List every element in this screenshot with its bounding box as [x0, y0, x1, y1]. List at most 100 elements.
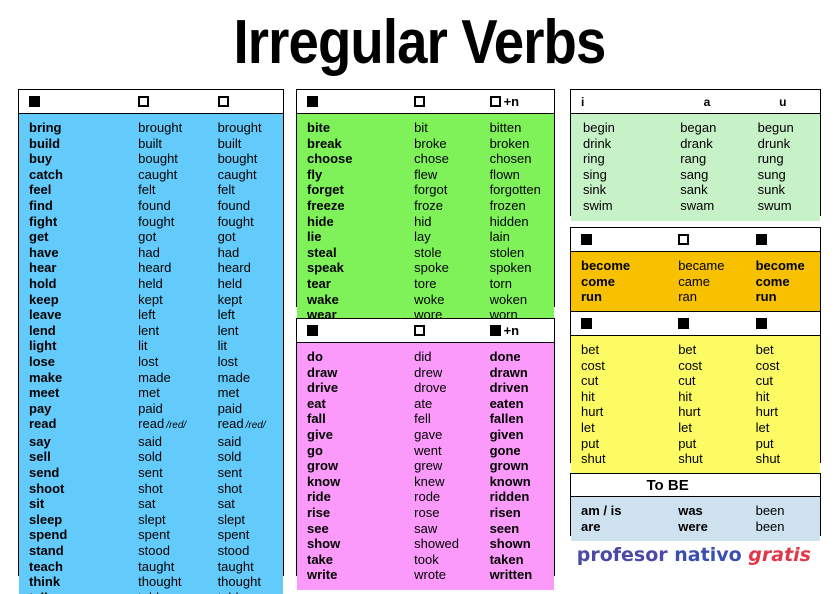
table-row: fly flew flown — [297, 167, 554, 183]
table-blue-header — [19, 90, 283, 114]
table-cell: broken — [489, 135, 530, 151]
table-cell: fallen — [489, 411, 524, 427]
table-cell: showed — [414, 536, 459, 552]
table-cell: fought — [138, 213, 175, 229]
table-cell: lost — [217, 353, 238, 369]
header-cell-3: +n — [480, 94, 554, 109]
table-cell: slept — [138, 511, 166, 527]
table-cell: fly — [307, 166, 323, 182]
table-row: put put put — [571, 436, 820, 452]
table-cell: find — [29, 197, 53, 213]
table-cell: lit — [217, 338, 227, 354]
table-cell: stood — [217, 543, 250, 559]
table-cell: steal — [307, 244, 337, 260]
table-cell: lain — [489, 229, 510, 245]
table-row: write wrote written — [297, 567, 554, 583]
table-row: lie lay lain — [297, 229, 554, 245]
filled-square-icon — [755, 318, 767, 329]
table-cell: got — [138, 229, 157, 245]
table-cell: fought — [217, 213, 254, 229]
table-cell: eaten — [489, 395, 524, 411]
table-cell: forget — [307, 182, 344, 198]
table-cell: see — [307, 520, 329, 536]
table-blue-all-same: bring brought brought build built built buy bou… — [18, 89, 284, 594]
table-cell: tore — [414, 275, 437, 291]
table-cell: brought — [138, 120, 183, 135]
table-iau-header: i a u — [571, 90, 820, 114]
table-row: freeze froze frozen — [297, 198, 554, 214]
table-row: read read/red/read/red/ — [19, 416, 283, 434]
pronunciation-hint: /red/ — [245, 420, 266, 432]
table-row: meet met met — [19, 385, 283, 401]
table-orange-header — [571, 228, 820, 252]
table-cell: lent — [217, 322, 239, 338]
header-cell-2 — [404, 96, 479, 107]
table-cell: woken — [489, 291, 528, 307]
table-cell: ridden — [489, 489, 530, 505]
pronunciation-hint: /red/ — [166, 420, 187, 432]
table-cell: had — [138, 244, 160, 260]
table-to-be-header: To BE — [571, 474, 820, 497]
table-cell: build — [29, 135, 61, 151]
hollow-square-icon — [217, 96, 229, 107]
table-row: choose chose chosen — [297, 151, 554, 167]
table-yellow-all-identical: bet bet bet cost cost cost cut cut cut hit hit hit h… — [570, 311, 821, 474]
table-cell: felt — [138, 182, 156, 198]
table-cell: found — [217, 197, 251, 213]
table-cell: wake — [307, 291, 339, 307]
table-cell: stood — [138, 543, 170, 559]
table-row: catch caught caught — [19, 167, 283, 183]
table-row: sleep slept slept — [19, 512, 283, 528]
header-suffix: +n — [503, 323, 520, 338]
hollow-square-icon — [678, 234, 690, 245]
table-row: sit sat sat — [19, 496, 283, 512]
table-row: think thought thought — [19, 574, 283, 590]
table-row: bet bet bet — [571, 342, 820, 358]
table-cell: put — [581, 435, 600, 451]
table-row: ring rang rung — [571, 151, 820, 167]
table-cell: shut — [678, 451, 703, 467]
table-cell: swam — [680, 197, 715, 213]
table-cell: feel — [29, 182, 52, 198]
table-cell: drive — [307, 380, 339, 396]
table-pink-body: do did done draw drew drawn drive drove driven ea… — [297, 343, 554, 590]
table-green-header: +n — [297, 90, 554, 114]
table-cell: make — [29, 369, 63, 385]
table-cell: shot — [138, 480, 163, 496]
header-cell-2 — [404, 325, 479, 336]
table-row: sing sang sung — [571, 167, 820, 183]
table-cell: known — [489, 473, 531, 489]
table-row: show showed shown — [297, 536, 554, 552]
table-cell: ate — [414, 395, 433, 411]
table-cell: rise — [307, 504, 331, 520]
table-cell: drawn — [489, 364, 528, 380]
table-cell: done — [489, 349, 521, 364]
table-cell: hid — [414, 213, 432, 229]
table-cell: seen — [489, 520, 520, 536]
table-cell: drunk — [757, 135, 791, 151]
table-cell: lent — [138, 322, 160, 338]
table-cell: sink — [583, 182, 607, 198]
table-row: send sent sent — [19, 465, 283, 481]
table-cell: meet — [29, 385, 60, 401]
table-cell: held — [217, 275, 243, 291]
table-cell: drove — [414, 380, 447, 396]
table-row: grow grew grown — [297, 458, 554, 474]
table-cell: let — [678, 419, 692, 435]
table-cell: paid — [217, 400, 243, 416]
table-cell: bought — [138, 151, 178, 167]
header-cell-1 — [571, 318, 668, 329]
filled-square-icon — [678, 318, 690, 329]
table-cell: made — [217, 369, 251, 385]
header-label-a: a — [703, 94, 711, 109]
table-cell: met — [138, 385, 160, 401]
table-cell: eat — [307, 395, 326, 411]
table-cell: did — [414, 349, 432, 364]
table-cell: hurt — [678, 404, 701, 420]
table-row: are were been — [571, 519, 820, 535]
table-cell: bet — [678, 342, 697, 357]
table-cell: cut — [678, 373, 696, 389]
header-suffix: +n — [503, 94, 520, 109]
table-cell: slept — [217, 511, 246, 527]
table-cell: hide — [307, 213, 334, 229]
